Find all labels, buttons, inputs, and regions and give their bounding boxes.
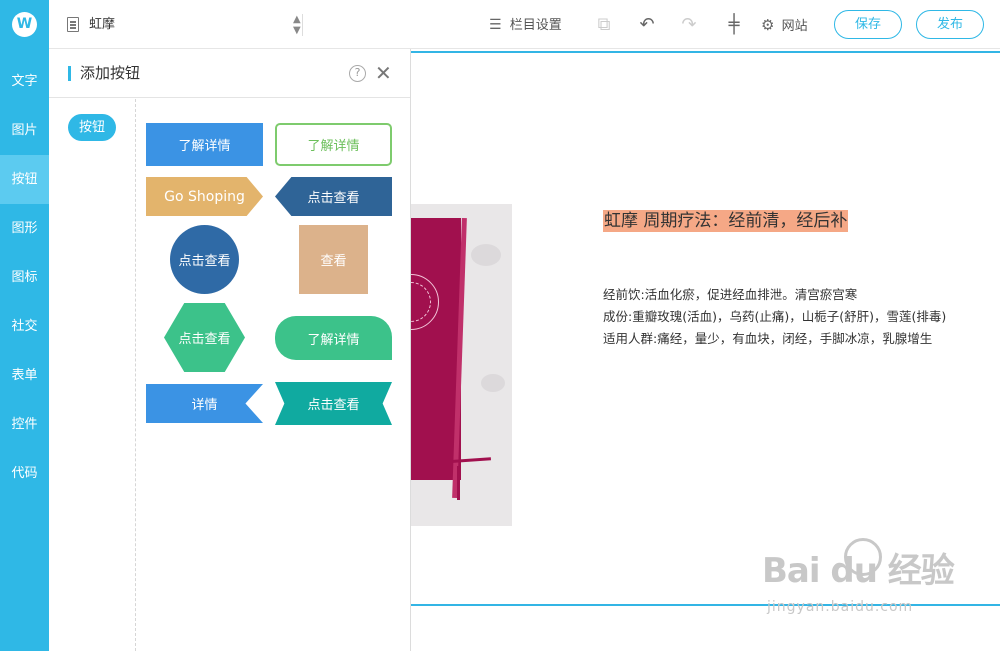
button-sample-arrow-left[interactable]: 点击查看 xyxy=(275,177,392,216)
product-line-3[interactable]: 适用人群:痛经，量少，有血块，闭经，手脚冰凉，乳腺增生 xyxy=(603,329,932,349)
book-stand-leg xyxy=(457,466,460,500)
document-icon xyxy=(67,17,79,32)
insert-line-icon[interactable]: ╪ xyxy=(723,14,745,36)
watermark-url: jingyan.baidu.com xyxy=(767,599,914,615)
undo-icon[interactable]: ↶ xyxy=(636,14,658,36)
rail-item-text[interactable]: 文字 xyxy=(0,57,49,106)
product-image[interactable] xyxy=(411,204,512,526)
button-sample-ribbon[interactable]: 点击查看 xyxy=(275,382,392,425)
paste-icon[interactable]: ⧉ xyxy=(593,14,615,36)
button-sample-square[interactable]: 查看 xyxy=(299,225,368,294)
gear-icon: ⚙ xyxy=(761,16,775,34)
rail-item-control[interactable]: 控件 xyxy=(0,400,49,449)
rail-item-icon[interactable]: 图标 xyxy=(0,253,49,302)
rail-item-social[interactable]: 社交 xyxy=(0,302,49,351)
panel-header: 添加按钮 ? ✕ xyxy=(49,49,410,98)
product-line-2[interactable]: 成份:重瓣玫瑰(活血)，乌药(止痛)，山栀子(舒肝)，雪莲(排毒) xyxy=(603,307,946,327)
rail-item-image[interactable]: 图片 xyxy=(0,106,49,155)
save-button[interactable]: 保存 xyxy=(834,10,902,39)
editor-window: W 文字 图片 按钮 图形 图标 社交 表单 控件 代码 虹摩 ▲ ▼ ☰ 栏目设… xyxy=(0,0,1000,651)
left-rail: W 文字 图片 按钮 图形 图标 社交 表单 控件 代码 xyxy=(0,0,49,651)
rail-item-shape[interactable]: 图形 xyxy=(0,204,49,253)
page-selector[interactable]: 虹摩 ▲ ▼ xyxy=(67,14,303,36)
redo-icon[interactable]: ↷ xyxy=(678,14,700,36)
column-settings-button[interactable]: ☰ 栏目设置 xyxy=(489,14,562,36)
rail-item-form[interactable]: 表单 xyxy=(0,351,49,400)
watermark-brand: Bai du 经验 xyxy=(762,551,955,591)
button-sample-notched[interactable]: 详情 xyxy=(146,384,263,423)
flower-decoration xyxy=(471,244,501,266)
button-sample-hexagon[interactable]: 点击查看 xyxy=(164,303,245,372)
button-sample-green-outline[interactable]: 了解详情 xyxy=(275,123,392,166)
button-sample-arrow-right[interactable]: Go Shoping xyxy=(146,177,263,216)
top-toolbar: 虹摩 ▲ ▼ ☰ 栏目设置 ⧉ ↶ ↷ ╪ ⚙ 网站 保存 发布 xyxy=(49,0,1000,49)
flower-decoration xyxy=(481,374,505,392)
rail-item-code[interactable]: 代码 xyxy=(0,449,49,498)
toolbar-divider xyxy=(302,14,303,36)
product-headline[interactable]: 虹摩 周期疗法：经前清，经后补 xyxy=(603,210,849,232)
category-button[interactable]: 按钮 xyxy=(68,114,116,141)
button-sample-circle[interactable]: 点击查看 xyxy=(170,225,239,294)
help-icon[interactable]: ? xyxy=(349,65,366,82)
site-label: 网站 xyxy=(781,19,808,34)
close-icon[interactable]: ✕ xyxy=(375,61,392,85)
button-sample-leaf[interactable]: 了解详情 xyxy=(275,316,392,360)
add-button-panel: 添加按钮 ? ✕ 按钮 了解详情 了解详情 Go Shoping 点击查看 点击… xyxy=(49,49,411,651)
column-settings-label: 栏目设置 xyxy=(509,18,562,33)
product-line-1[interactable]: 经前饮:活血化瘀，促进经血排泄。清宫瘀宫寒 xyxy=(603,285,857,305)
panel-title: 添加按钮 xyxy=(80,64,141,82)
rail-item-button[interactable]: 按钮 xyxy=(0,155,49,204)
button-sample-blue-rect[interactable]: 了解详情 xyxy=(146,123,263,166)
page-name: 虹摩 xyxy=(89,17,116,32)
app-logo[interactable]: W xyxy=(12,12,37,37)
list-icon: ☰ xyxy=(489,17,502,33)
title-accent-bar xyxy=(68,66,71,81)
publish-button[interactable]: 发布 xyxy=(916,10,984,39)
panel-category-list: 按钮 xyxy=(49,99,136,651)
page-canvas[interactable]: 虹摩 周期疗法：经前清，经后补 经前饮:活血化瘀，促进经血排泄。清宫瘀宫寒 成份… xyxy=(411,49,1000,651)
section-top-guide xyxy=(411,51,1000,53)
site-button[interactable]: ⚙ 网站 xyxy=(761,14,808,36)
